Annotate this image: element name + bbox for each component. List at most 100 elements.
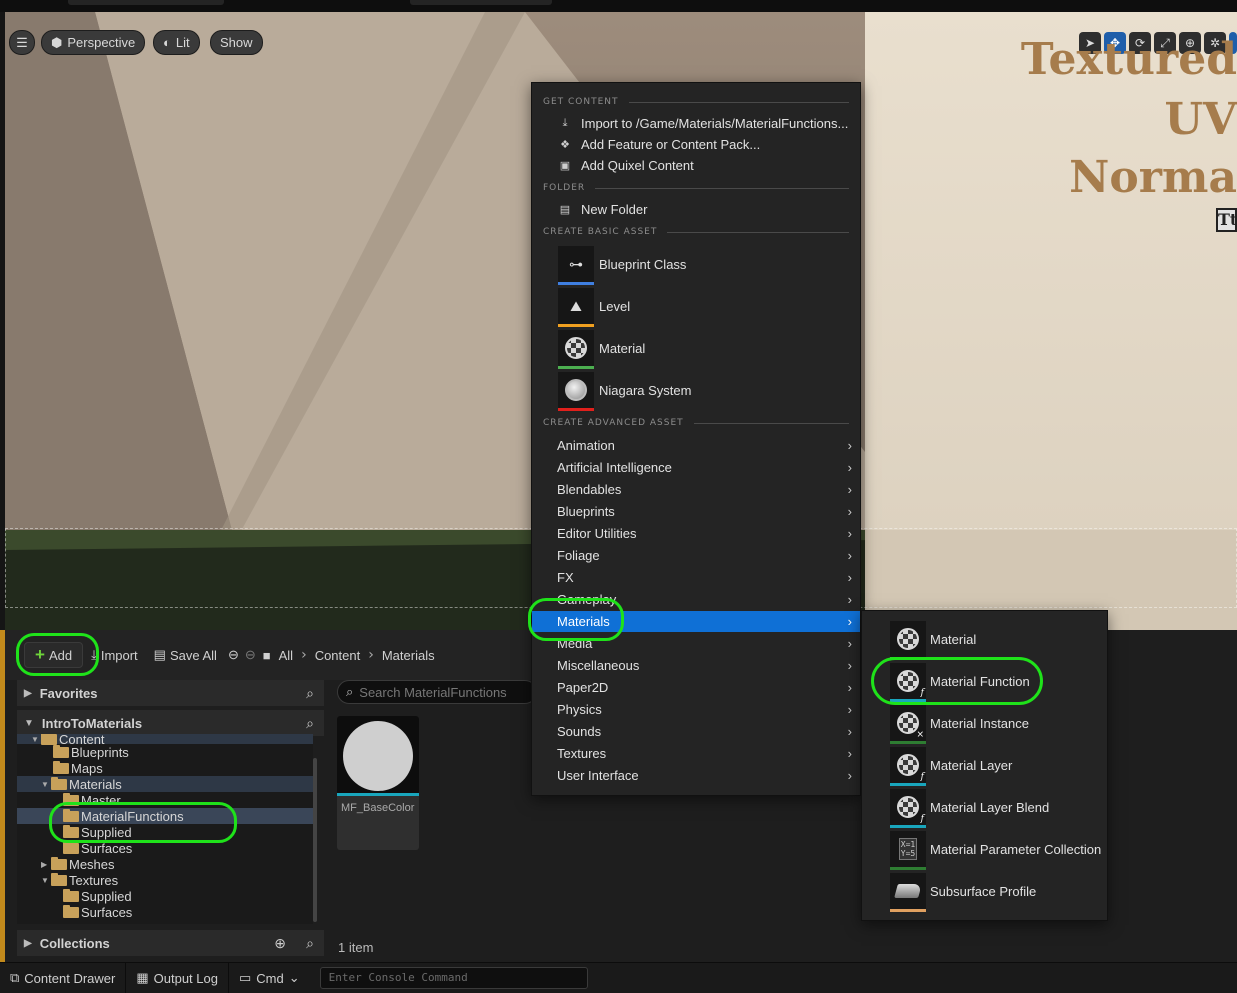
menu-item-import[interactable]: ⤓ Import to /Game/Materials/MaterialFunct…	[532, 113, 860, 134]
tree-item-content[interactable]: ▼ Content	[17, 734, 313, 747]
tree-label: Supplied	[81, 824, 132, 840]
menu-item-gameplay[interactable]: Gameplay ›	[532, 589, 860, 610]
log-icon: ▦	[136, 970, 149, 985]
menu-item-label: Niagara System	[599, 382, 692, 398]
tree-item-textures-surfaces[interactable]: Surfaces	[17, 904, 313, 920]
menu-item-level[interactable]: ⛰ Level	[558, 286, 630, 327]
menu-item-paper2d[interactable]: Paper2D ›	[532, 677, 860, 698]
folder-nav-button[interactable]: ■	[259, 642, 275, 668]
submenu-item-material-function[interactable]: f Material Function	[890, 661, 1030, 702]
material-layer-icon: f	[890, 747, 926, 786]
tree-item-textures[interactable]: ▼ Textures	[17, 872, 313, 888]
collapsed-arrow-icon: ▶	[24, 687, 32, 699]
feature-pack-icon: ❖	[560, 139, 570, 151]
chevron-right-icon: ›	[301, 647, 307, 663]
material-icon	[890, 621, 926, 660]
menu-item-blueprints[interactable]: Blueprints ›	[532, 501, 860, 522]
cmd-dropdown[interactable]: ▭ Cmd ⌄	[229, 963, 310, 993]
section-folder: FOLDER	[543, 183, 849, 193]
menu-item-animation[interactable]: Animation ›	[532, 435, 860, 456]
tree-label: MaterialFunctions	[81, 808, 184, 824]
menu-item-materials[interactable]: Materials ›	[532, 611, 860, 632]
breadcrumb-all[interactable]: All	[275, 642, 297, 668]
materials-submenu: Material f Material Function × Material …	[861, 610, 1108, 921]
submenu-item-material-instance[interactable]: × Material Instance	[890, 703, 1029, 744]
breadcrumb-all-label: All	[278, 647, 294, 663]
console-input[interactable]: Enter Console Command	[319, 967, 588, 989]
menu-item-foliage[interactable]: Foliage ›	[532, 545, 860, 566]
add-collection-icon[interactable]: ⊕	[274, 935, 286, 952]
tree-item-meshes[interactable]: ▶ Meshes	[17, 856, 313, 872]
menu-item-ai[interactable]: Artificial Intelligence ›	[532, 457, 860, 478]
collections-header[interactable]: ▶ Collections ⊕ ⌕	[17, 930, 324, 956]
search-icon[interactable]: ⌕	[306, 715, 314, 732]
content-drawer-label: Content Drawer	[24, 970, 116, 986]
submenu-item-material-parameter-collection[interactable]: X=1 Y=5 Material Parameter Collection	[890, 829, 1101, 870]
breadcrumb-content-label: Content	[314, 647, 361, 663]
history-forward-button[interactable]: ⊖	[242, 642, 259, 668]
folder-icon	[51, 856, 67, 870]
menu-item-textures[interactable]: Textures ›	[532, 743, 860, 764]
content-drawer-button[interactable]: ⧉ Content Drawer	[0, 962, 127, 993]
menu-item-new-folder[interactable]: ▤ New Folder	[532, 199, 860, 220]
search-icon[interactable]: ⌕	[306, 685, 314, 702]
breadcrumb-content[interactable]: Content	[311, 642, 365, 668]
menu-item-blueprint-class[interactable]: ⊶ Blueprint Class	[558, 244, 686, 285]
asset-search-input[interactable]: ⌕ Search MaterialFunctions	[337, 680, 537, 704]
output-log-button[interactable]: ▦ Output Log	[126, 962, 229, 993]
tree-item-materials[interactable]: ▼ Materials	[17, 776, 313, 792]
history-back-button[interactable]: ⊖	[225, 642, 242, 668]
menu-item-miscellaneous[interactable]: Miscellaneous ›	[532, 655, 860, 676]
search-icon: ⌕	[346, 684, 354, 699]
perspective-button[interactable]: ⬢ Perspective	[41, 30, 146, 55]
tree-item-textures-supplied[interactable]: Supplied	[17, 888, 313, 904]
chevron-right-icon: ›	[847, 460, 852, 475]
submenu-item-material[interactable]: Material	[890, 619, 976, 660]
parameter-collection-icon: X=1 Y=5	[890, 831, 926, 870]
favorites-header[interactable]: ▶ Favorites ⌕	[17, 680, 324, 706]
show-button[interactable]: Show	[210, 30, 263, 55]
chevron-right-icon: ›	[847, 636, 852, 651]
submenu-item-material-layer-blend[interactable]: f Material Layer Blend	[890, 787, 1049, 828]
menu-item-fx[interactable]: FX ›	[532, 567, 860, 588]
tree-item-surfaces[interactable]: Surfaces	[17, 840, 313, 856]
tree-label: Textures	[69, 872, 119, 888]
menu-item-add-feature[interactable]: ❖ Add Feature or Content Pack...	[532, 134, 860, 155]
import-button[interactable]: ⤓ Import	[83, 642, 146, 668]
collections-label: Collections	[39, 935, 110, 951]
tree-label: Maps	[71, 760, 103, 776]
menu-item-media[interactable]: Media ›	[532, 633, 860, 654]
save-all-button[interactable]: ▤ Save All	[146, 642, 225, 668]
menu-item-sounds[interactable]: Sounds ›	[532, 721, 860, 742]
folder-icon	[63, 904, 79, 918]
submenu-item-subsurface-profile[interactable]: Subsurface Profile	[890, 871, 1037, 912]
tree-item-master[interactable]: Master	[17, 792, 313, 808]
import-label: Import	[100, 647, 138, 663]
menu-item-material[interactable]: Material	[558, 328, 645, 369]
asset-tile[interactable]: MF_BaseColor	[337, 716, 419, 850]
chevron-right-icon: ›	[847, 570, 852, 585]
menu-item-quixel[interactable]: ▣ Add Quixel Content	[532, 155, 860, 176]
tree-item-supplied[interactable]: Supplied	[17, 824, 313, 840]
menu-item-physics[interactable]: Physics ›	[532, 699, 860, 720]
tree-item-maps[interactable]: Maps	[17, 760, 313, 776]
menu-item-blendables[interactable]: Blendables ›	[532, 479, 860, 500]
viewport-menu-button[interactable]: ☰	[9, 30, 35, 55]
menu-item-niagara-system[interactable]: Niagara System	[558, 370, 692, 411]
search-icon[interactable]: ⌕	[306, 935, 314, 952]
menu-item-label: Gameplay	[557, 592, 617, 607]
quixel-icon: ▣	[559, 160, 571, 172]
project-header[interactable]: ▼ IntroToMaterials ⌕	[17, 710, 324, 736]
breadcrumb-materials[interactable]: Materials	[378, 642, 439, 668]
folder-icon	[63, 824, 79, 838]
menu-item-user-interface[interactable]: User Interface ›	[532, 765, 860, 786]
folder-icon	[53, 744, 69, 758]
submenu-item-label: Subsurface Profile	[930, 883, 1037, 899]
add-button[interactable]: + Add	[24, 642, 84, 668]
tree-item-materialfunctions[interactable]: MaterialFunctions	[17, 808, 313, 824]
lit-button[interactable]: ◐ Lit	[153, 30, 200, 55]
submenu-item-material-layer[interactable]: f Material Layer	[890, 745, 1012, 786]
tree-item-blueprints[interactable]: Blueprints	[17, 744, 313, 760]
menu-item-editor-utilities[interactable]: Editor Utilities ›	[532, 523, 860, 544]
tree-scrollbar[interactable]	[313, 758, 317, 922]
